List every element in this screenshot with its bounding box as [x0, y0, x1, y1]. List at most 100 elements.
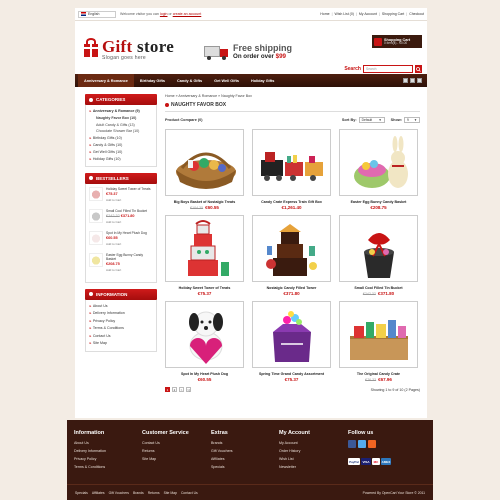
product-image[interactable] — [339, 215, 418, 282]
grid-view-icon[interactable] — [403, 78, 408, 83]
product-thumbnail[interactable] — [89, 230, 103, 245]
bestseller-item[interactable]: Easter Egg Bunny Candy Basket €208.75 Add … — [89, 252, 153, 274]
sort-select[interactable]: Default ▼ — [358, 117, 385, 123]
information-link[interactable]: ► Terms & Conditions — [89, 325, 153, 333]
category-label: Naughty Favor Box (10) — [96, 115, 137, 120]
category-item[interactable]: Adult Candy & Gifts (13) — [89, 122, 153, 129]
search-input[interactable]: Search — [363, 65, 413, 73]
footer-bottom-link[interactable]: Site Map — [164, 491, 177, 495]
category-item[interactable]: Naughty Favor Box (10) — [89, 115, 153, 122]
product-name[interactable]: Spring Time Grand Candy Assortment — [252, 372, 331, 376]
language-select[interactable]: English — [78, 10, 116, 18]
information-link[interactable]: ► About Us — [89, 303, 153, 311]
search-button[interactable] — [415, 65, 422, 73]
information-link[interactable]: ► Site Map — [89, 340, 153, 348]
rss-icon[interactable] — [368, 440, 376, 448]
product-image[interactable] — [339, 301, 418, 368]
product-compare-link[interactable]: Product Compare (0) — [165, 118, 203, 122]
category-item[interactable]: ► Holiday Gifts (10) — [89, 156, 153, 163]
footer-link[interactable]: About Us — [74, 440, 106, 448]
footer-link[interactable]: Gift Vouchers — [211, 448, 233, 456]
nav-item[interactable]: Anniversary & Romance — [78, 74, 134, 87]
footer-bottom-link[interactable]: Specials — [75, 491, 88, 495]
footer-link[interactable]: Terms & Conditions — [74, 464, 106, 472]
rss-icon[interactable] — [417, 78, 422, 83]
category-item[interactable]: ► Get Well Gifts (10) — [89, 149, 153, 156]
product-name[interactable]: Big Boys Basket of Nostalgic Treats — [165, 200, 244, 204]
footer-bottom-link[interactable]: Affiliates — [92, 491, 105, 495]
shopping-cart-widget[interactable]: Shopping Cart 0 item(s) - €0.00 — [372, 35, 422, 48]
breadcrumb[interactable]: Home » Anniversary & Romance » Naughty F… — [165, 94, 420, 98]
footer-link[interactable]: Wish List — [279, 456, 310, 464]
product-name[interactable]: Small Cool Filled Tin Bucket — [339, 286, 418, 290]
create-account-link[interactable]: create an account — [173, 12, 202, 16]
product-name[interactable]: The Original Candy Crate — [339, 372, 418, 376]
footer-bottom-link[interactable]: Brands — [133, 491, 144, 495]
product-name[interactable]: Easter Egg Bunny Candy Basket — [339, 200, 418, 204]
bestseller-item[interactable]: Small Cool Filled Tin Bucket €242.32 €371… — [89, 208, 153, 226]
product-image[interactable] — [252, 215, 331, 282]
bestseller-name[interactable]: Easter Egg Bunny Candy Basket — [106, 253, 153, 261]
add-to-cart-link[interactable]: Add to Cart — [106, 242, 147, 248]
product-thumbnail[interactable] — [89, 252, 103, 267]
old-price: €76.33 — [365, 378, 377, 382]
footer-link[interactable]: Privacy Policy — [74, 456, 106, 464]
top-link[interactable]: Checkout — [409, 12, 424, 16]
top-link[interactable]: Shopping Cart — [382, 12, 404, 16]
information-link[interactable]: ► Contact Us — [89, 333, 153, 341]
footer-link[interactable]: Specials — [211, 464, 233, 472]
product-thumbnail[interactable] — [89, 208, 103, 223]
footer-link[interactable]: Newsletter — [279, 464, 310, 472]
information-link[interactable]: ► Delivery Information — [89, 310, 153, 318]
footer-link[interactable]: Order History — [279, 448, 310, 456]
facebook-icon[interactable] — [348, 440, 356, 448]
footer-link[interactable]: Delivery Information — [74, 448, 106, 456]
category-item[interactable]: ► Candy & Gifts (10) — [89, 142, 153, 149]
product-image[interactable] — [165, 215, 244, 282]
logo[interactable]: Gift store Slogan goes here — [82, 38, 174, 61]
add-to-cart-link[interactable]: Add to Cart — [106, 220, 147, 226]
nav-item[interactable]: Holiday Gifts — [245, 74, 280, 87]
top-link[interactable]: Wish List (0) — [335, 12, 354, 16]
product-thumbnail[interactable] — [89, 186, 103, 201]
page-link[interactable]: 1 — [165, 387, 170, 392]
category-item[interactable]: ► Anniversary & Romance (9) — [89, 108, 153, 115]
footer-link[interactable]: My Account — [279, 440, 310, 448]
page-link[interactable]: > — [179, 387, 184, 392]
nav-item[interactable]: Get Well Gifts — [208, 74, 245, 87]
top-link[interactable]: Home — [320, 12, 329, 16]
page-link[interactable]: 2 — [172, 387, 177, 392]
product-image[interactable] — [165, 301, 244, 368]
footer-link[interactable]: Brands — [211, 440, 233, 448]
product-image[interactable] — [165, 129, 244, 196]
footer-link[interactable]: Contact Us — [142, 440, 189, 448]
show-select[interactable]: 9 ▼ — [404, 117, 420, 123]
footer-bottom-link[interactable]: Contact Us — [181, 491, 198, 495]
add-to-cart-link[interactable]: Add to Cart — [106, 198, 150, 204]
twitter-icon[interactable] — [358, 440, 366, 448]
list-view-icon[interactable] — [410, 78, 415, 83]
footer-link[interactable]: Affiliates — [211, 456, 233, 464]
add-to-cart-link[interactable]: Add to Cart — [106, 268, 153, 274]
footer-link[interactable]: Returns — [142, 448, 189, 456]
page-link[interactable]: >| — [186, 387, 191, 392]
product-name[interactable]: Holiday Sweet Tower of Treats — [165, 286, 244, 290]
product-image[interactable] — [252, 301, 331, 368]
top-link[interactable]: My Account — [359, 12, 377, 16]
footer-bottom-link[interactable]: Returns — [148, 491, 160, 495]
bestseller-item[interactable]: Holiday Sweet Tower of Treats €75.37 Add t… — [89, 186, 153, 204]
product-name[interactable]: Candy Crate Express Train Gift Box — [252, 200, 331, 204]
footer-link[interactable]: Site Map — [142, 456, 189, 464]
product-image[interactable] — [339, 129, 418, 196]
nav-item[interactable]: Birthday Gifts — [134, 74, 171, 87]
nav-item[interactable]: Candy & Gifts — [171, 74, 208, 87]
information-link[interactable]: ► Privacy Policy — [89, 318, 153, 326]
category-item[interactable]: Chocolate Shower Bar (10) — [89, 128, 153, 135]
product-name[interactable]: Nostalgic Candy Filled Tower — [252, 286, 331, 290]
product-image[interactable] — [252, 129, 331, 196]
login-link[interactable]: login — [160, 12, 168, 16]
product-name[interactable]: Spot In My Heart Plush Dog — [165, 372, 244, 376]
category-item[interactable]: ► Birthday Gifts (10) — [89, 135, 153, 142]
bestseller-item[interactable]: Spot In My Heart Plush Dog €60.55 Add to C… — [89, 230, 153, 248]
footer-bottom-link[interactable]: Gift Vouchers — [109, 491, 129, 495]
